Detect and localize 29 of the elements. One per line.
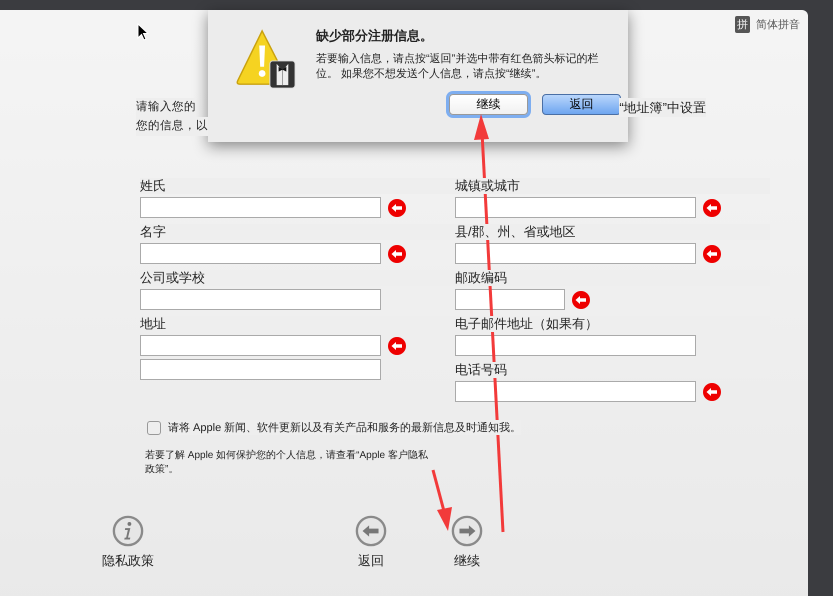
mouse-cursor-icon	[137, 23, 149, 41]
text-field[interactable]	[140, 335, 381, 356]
text-field[interactable]	[140, 243, 381, 264]
footer-button-label[interactable]: 返回	[358, 552, 384, 570]
dialog-message: 若要输入信息，请点按“返回”并选中带有红色箭头标记的栏位。 如果您不想发送个人信息，请点按“继续”。	[316, 52, 600, 82]
input-source-label: 简体拼音	[756, 18, 800, 32]
text-field[interactable]	[455, 335, 696, 356]
text-field[interactable]	[455, 381, 696, 402]
footer-button-label[interactable]: 隐私政策	[102, 552, 154, 570]
footer-button-label[interactable]: 继续	[454, 552, 480, 570]
text-field[interactable]	[455, 243, 696, 264]
checkbox[interactable]	[147, 420, 161, 434]
text-field[interactable]	[455, 289, 565, 310]
intro-text: 请输入您的	[136, 98, 196, 117]
warning-icon	[235, 28, 297, 90]
info-icon[interactable]	[112, 515, 144, 547]
privacy-note: 若要了解 Apple 如何保护您的个人信息，请查看“Apple 客户隐私政策”。	[145, 449, 429, 477]
dialog-button[interactable]: 继续	[449, 94, 528, 115]
intro-text: 您的信息，以	[136, 117, 208, 136]
input-source-icon: 拼	[735, 16, 750, 33]
dialog-title: 缺少部分注册信息。	[316, 28, 434, 44]
text-field[interactable]	[140, 197, 381, 218]
input-menu[interactable]: 拼 简体拼音	[735, 16, 800, 33]
text-field[interactable]	[140, 289, 381, 310]
text-field[interactable]	[455, 197, 696, 218]
annotation-arrow	[432, 470, 452, 531]
intro-text: “地址簿”中设置	[619, 98, 706, 117]
text-field[interactable]	[140, 359, 381, 380]
default-button[interactable]: 返回	[542, 94, 621, 115]
